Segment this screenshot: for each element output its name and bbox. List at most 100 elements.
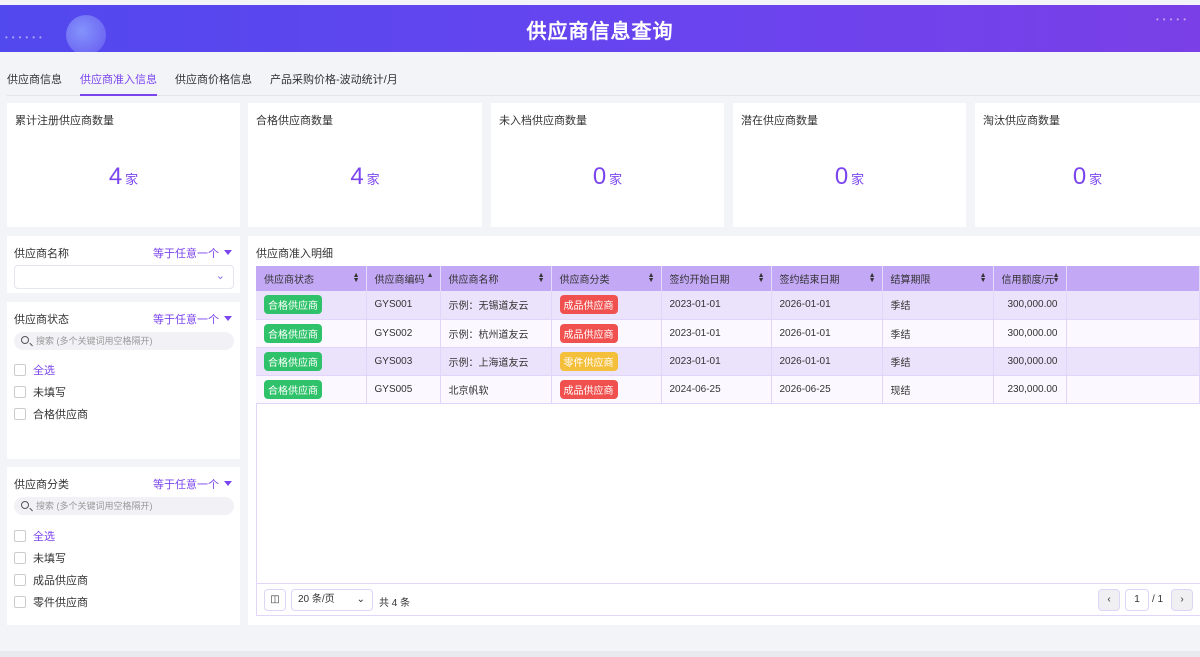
cell-credit: 300,000.00 xyxy=(993,291,1067,320)
cell-credit: 300,000.00 xyxy=(993,319,1067,348)
category-option-parts[interactable]: 零件供应商 xyxy=(14,594,88,610)
filter-title: 供应商状态 xyxy=(14,314,69,326)
column-header-empty xyxy=(1066,266,1200,291)
filter-supplier-name: 供应商名称 等于任意一个 ⌄ xyxy=(7,236,240,293)
tab-supplier-price[interactable]: 供应商价格信息 xyxy=(175,66,252,96)
option-label: 成品供应商 xyxy=(33,575,88,587)
prev-page-button[interactable]: ‹ xyxy=(1098,589,1120,611)
column-header[interactable]: 供应商编码 ▲ xyxy=(366,266,441,291)
cell-credit: 300,000.00 xyxy=(993,347,1067,376)
checkbox[interactable] xyxy=(14,552,26,564)
category-search-input[interactable]: 搜索 (多个关键词用空格隔开) xyxy=(14,497,234,515)
cell-end-date: 2026-06-25 xyxy=(771,375,883,404)
sort-icon[interactable]: ▲ ▼ xyxy=(538,272,545,284)
stat-card-potential: 潜在供应商数量 0家 xyxy=(733,103,966,227)
column-header[interactable]: 信用额度/元 ▲ ▼ xyxy=(993,266,1067,291)
stat-unit: 家 xyxy=(1089,172,1103,187)
category-badge: 成品供应商 xyxy=(559,295,618,315)
cell-term: 现结 xyxy=(882,375,994,404)
column-header[interactable]: 供应商状态 ▲ ▼ xyxy=(256,266,367,291)
option-label: 未填写 xyxy=(33,553,66,565)
filter-operator-dropdown[interactable]: 等于任意一个 xyxy=(153,245,232,261)
column-header[interactable]: 供应商分类 ▲ ▼ xyxy=(551,266,662,291)
status-option-qualified[interactable]: 合格供应商 xyxy=(14,406,88,422)
tab-supplier-info[interactable]: 供应商信息 xyxy=(7,66,62,96)
table-row[interactable]: 合格供应商 GYS001 示例：无锡道友云 成品供应商 2023-01-01 2026-0… xyxy=(256,291,1200,320)
sort-icon[interactable]: ▲ ▼ xyxy=(353,272,360,284)
column-settings-button[interactable]: ◫ xyxy=(264,589,286,611)
page-number-input[interactable]: 1 xyxy=(1125,589,1149,611)
checkbox[interactable] xyxy=(14,386,26,398)
stat-value: 4 xyxy=(108,163,123,190)
filter-title: 供应商名称 xyxy=(14,248,69,260)
stat-unit: 家 xyxy=(125,172,139,187)
checkbox[interactable] xyxy=(14,530,26,542)
admission-detail-panel: 供应商准入明细 供应商状态 ▲ ▼ 供应商编码 ▲ 供应商名称 ▲ ▼ 供应商分类 ▲ ▼ 签… xyxy=(248,236,1200,625)
status-option-all[interactable]: 全选 xyxy=(14,362,55,378)
cell-name: 示例：上海道友云 xyxy=(440,347,552,376)
category-option-finished[interactable]: 成品供应商 xyxy=(14,572,88,588)
category-option-all[interactable]: 全选 xyxy=(14,528,55,544)
option-label: 合格供应商 xyxy=(33,409,88,421)
supplier-name-select[interactable]: ⌄ xyxy=(14,265,234,289)
checkbox[interactable] xyxy=(14,574,26,586)
cell-code: GYS005 xyxy=(366,375,441,404)
stat-value: 0 xyxy=(834,163,849,190)
pagination-bar: ◫ 20 条/页 ⌄ 共 4 条 ‹ 1 / 1 › xyxy=(256,583,1200,616)
stat-card-unarchived: 未入档供应商数量 0家 xyxy=(491,103,724,227)
column-header[interactable]: 签约开始日期 ▲ ▼ xyxy=(661,266,772,291)
stat-unit: 家 xyxy=(851,172,865,187)
cell-empty xyxy=(1066,291,1200,320)
status-search-input[interactable]: 搜索 (多个关键词用空格隔开) xyxy=(14,332,234,350)
cell-end-date: 2026-01-01 xyxy=(771,347,883,376)
sort-asc-icon[interactable]: ▲ xyxy=(427,272,434,279)
stat-unit: 家 xyxy=(366,172,380,187)
column-label: 信用额度/元 xyxy=(1001,275,1055,286)
tab-price-fluctuation[interactable]: 产品采购价格-波动统计/月 xyxy=(270,66,398,96)
total-count: 共 4 条 xyxy=(379,598,411,609)
column-header[interactable]: 供应商名称 ▲ ▼ xyxy=(440,266,552,291)
column-label: 签约开始日期 xyxy=(669,275,730,286)
table-row[interactable]: 合格供应商 GYS003 示例：上海道友云 零件供应商 2023-01-01 2026-0… xyxy=(256,347,1200,376)
chevron-down-icon: ⌄ xyxy=(356,594,365,605)
cell-start-date: 2023-01-01 xyxy=(661,319,772,348)
cell-start-date: 2023-01-01 xyxy=(661,347,772,376)
cell-name: 示例：无锡道友云 xyxy=(440,291,552,320)
bottom-scrollbar[interactable] xyxy=(0,651,1200,657)
option-label: 零件供应商 xyxy=(33,597,88,609)
checkbox[interactable] xyxy=(14,408,26,420)
sort-icon[interactable]: ▲ ▼ xyxy=(648,272,655,284)
sort-icon[interactable]: ▲ ▼ xyxy=(869,272,876,284)
sort-icon[interactable]: ▲ ▼ xyxy=(758,272,765,284)
column-header[interactable]: 结算期限 ▲ ▼ xyxy=(882,266,994,291)
stat-value: 4 xyxy=(350,163,364,190)
table-row[interactable]: 合格供应商 GYS005 北京帆软 成品供应商 2024-06-25 2026-06-25… xyxy=(256,375,1200,404)
category-badge: 成品供应商 xyxy=(559,379,618,399)
status-badge: 合格供应商 xyxy=(264,351,322,371)
checkbox[interactable] xyxy=(14,364,26,376)
category-badge: 零件供应商 xyxy=(559,351,618,371)
stat-card-eliminated: 淘汰供应商数量 0家 xyxy=(975,103,1200,227)
cell-status: 合格供应商 xyxy=(256,347,367,376)
sort-icon[interactable]: ▲ ▼ xyxy=(1053,272,1060,284)
filter-supplier-category: 供应商分类 等于任意一个 搜索 (多个关键词用空格隔开) 全选 未填写 成品供应… xyxy=(7,467,240,625)
search-icon xyxy=(21,501,29,509)
cell-category: 零件供应商 xyxy=(551,347,662,376)
cell-term: 季结 xyxy=(882,347,994,376)
status-option-empty[interactable]: 未填写 xyxy=(14,384,66,400)
checkbox[interactable] xyxy=(14,596,26,608)
filter-operator-dropdown[interactable]: 等于任意一个 xyxy=(153,476,232,492)
search-placeholder: 搜索 (多个关键词用空格隔开) xyxy=(36,336,153,346)
total-pages: / 1 xyxy=(1152,594,1164,605)
tab-supplier-admission[interactable]: 供应商准入信息 xyxy=(80,66,157,96)
category-option-empty[interactable]: 未填写 xyxy=(14,550,66,566)
page-size-select[interactable]: 20 条/页 ⌄ xyxy=(291,589,373,611)
next-page-button[interactable]: › xyxy=(1171,589,1193,611)
table-row[interactable]: 合格供应商 GYS002 示例：杭州道友云 成品供应商 2023-01-01 2026-0… xyxy=(256,319,1200,348)
chevron-down-icon: ⌄ xyxy=(215,270,225,282)
sort-icon[interactable]: ▲ ▼ xyxy=(980,272,987,284)
status-badge: 合格供应商 xyxy=(264,295,322,315)
column-label: 签约结束日期 xyxy=(779,275,840,286)
column-header[interactable]: 签约结束日期 ▲ ▼ xyxy=(771,266,883,291)
filter-operator-dropdown[interactable]: 等于任意一个 xyxy=(153,311,232,327)
